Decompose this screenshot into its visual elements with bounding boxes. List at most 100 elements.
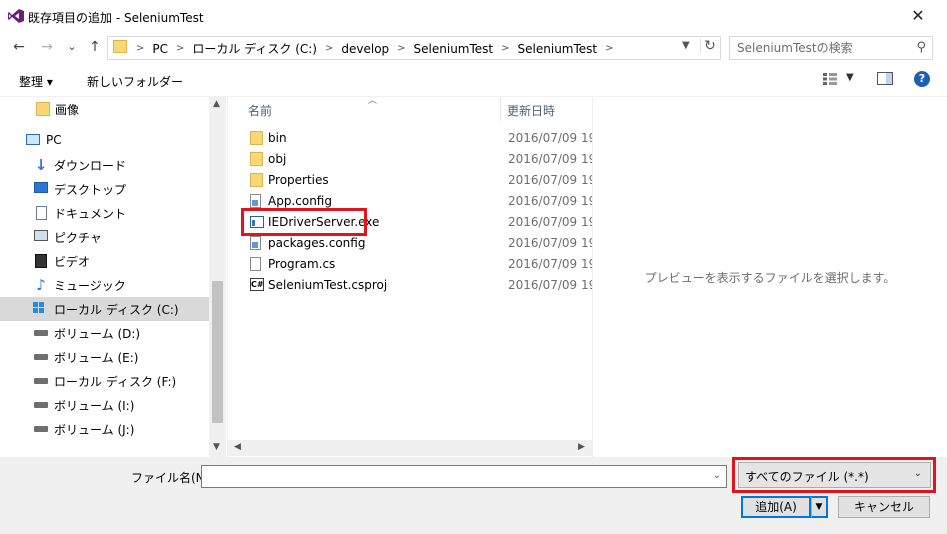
address-bar[interactable]: > PC > ローカル ディスク (C:) > develop > Seleni… xyxy=(107,36,721,60)
breadcrumb-item[interactable]: ローカル ディスク (C:) xyxy=(192,40,317,57)
add-options-dropdown[interactable]: ▼ xyxy=(811,496,828,518)
sidebar-item-local-disk-c[interactable]: ローカル ディスク (C:) xyxy=(0,297,209,321)
drive-icon xyxy=(34,354,48,360)
file-name: SeleniumTest.csproj xyxy=(268,278,388,292)
windows-drive-icon xyxy=(33,302,44,313)
preview-pane-icon[interactable] xyxy=(877,72,893,85)
help-icon[interactable]: ? xyxy=(914,71,930,87)
csproj-file-icon: C# xyxy=(250,278,264,291)
sidebar-item-music[interactable]: ♪ ミュージック xyxy=(0,273,209,297)
sidebar-item-label: ビデオ xyxy=(54,255,91,269)
back-arrow-icon[interactable]: ← xyxy=(10,38,28,56)
command-toolbar: 整理 ▾ 新しいフォルダー ▼ ? xyxy=(0,64,947,97)
file-date: 2016/07/09 19:4 xyxy=(508,131,592,145)
recent-locations-icon[interactable]: ⌄ xyxy=(63,38,81,56)
search-icon[interactable]: ⚲ xyxy=(916,40,926,55)
breadcrumb-item[interactable]: develop xyxy=(341,42,389,56)
breadcrumb-separator: > xyxy=(605,43,614,54)
search-box[interactable]: ⚲ xyxy=(729,36,933,60)
file-date: 2016/07/09 19:4 xyxy=(508,152,592,166)
sidebar-item-pc[interactable]: PC xyxy=(0,129,209,153)
download-icon: ↓ xyxy=(34,156,48,174)
navigation-pane-scrollbar[interactable]: ▲ ▼ xyxy=(209,97,226,457)
search-input[interactable] xyxy=(730,37,906,59)
scrollbar-thumb[interactable] xyxy=(212,281,223,423)
sidebar-item-pictures-folder[interactable]: 画像 xyxy=(0,97,209,121)
new-folder-button[interactable]: 新しいフォルダー xyxy=(87,73,183,90)
column-header-modified[interactable]: 更新日時 xyxy=(501,97,592,121)
chevron-down-icon[interactable]: ▼ xyxy=(682,40,696,51)
sidebar-item-label: ボリューム (D:) xyxy=(54,327,141,341)
refresh-icon[interactable]: ↻ xyxy=(700,38,719,54)
breadcrumb-item[interactable]: PC xyxy=(152,42,168,56)
sidebar-item-volume-e[interactable]: ボリューム (E:) xyxy=(0,345,209,369)
file-date: 2016/07/09 19:4 xyxy=(508,194,592,208)
forward-arrow-icon[interactable]: → xyxy=(38,38,56,56)
scroll-down-icon[interactable]: ▼ xyxy=(213,442,220,452)
up-arrow-icon[interactable]: ↑ xyxy=(86,38,104,56)
view-dropdown-icon[interactable]: ▼ xyxy=(846,72,854,83)
sidebar-item-volume-i[interactable]: ボリューム (I:) xyxy=(0,393,209,417)
file-list-horizontal-scrollbar[interactable]: ◀ ▶ xyxy=(228,440,592,456)
scroll-left-icon[interactable]: ◀ xyxy=(234,442,241,452)
sidebar-item-label: ドキュメント xyxy=(54,207,127,221)
scroll-right-icon[interactable]: ▶ xyxy=(578,442,585,452)
file-date: 2016/07/09 19:5 xyxy=(508,215,592,229)
navigation-pane: 画像 PC ↓ ダウンロード デスクトップ ドキュメント ピクチャ ビデオ ♪ … xyxy=(0,97,227,457)
sidebar-item-videos[interactable]: ビデオ xyxy=(0,249,209,273)
file-row[interactable]: bin 2016/07/09 19:4 xyxy=(228,128,592,149)
file-row[interactable]: Properties 2016/07/09 19:4 xyxy=(228,170,592,191)
sidebar-item-label: ローカル ディスク (F:) xyxy=(54,375,177,389)
sidebar-item-local-disk-f[interactable]: ローカル ディスク (F:) xyxy=(0,369,209,393)
folder-icon xyxy=(113,40,127,53)
visual-studio-icon xyxy=(8,9,24,23)
sidebar-item-label: ローカル ディスク (C:) xyxy=(54,303,179,317)
sidebar-item-downloads[interactable]: ↓ ダウンロード xyxy=(0,153,209,177)
chevron-down-icon[interactable]: ⌄ xyxy=(713,470,721,481)
add-button[interactable]: 追加(A) xyxy=(741,496,811,518)
file-row[interactable]: packages.config 2016/07/09 19:4 xyxy=(228,233,592,254)
file-row[interactable]: obj 2016/07/09 19:4 xyxy=(228,149,592,170)
column-header-name[interactable]: 名前 xyxy=(228,97,500,121)
highlight-frame-filetype xyxy=(732,457,936,493)
title-bar: 既存項目の追加 - SeleniumTest ✕ xyxy=(0,0,947,32)
file-date: 2016/07/09 19:4 xyxy=(508,257,592,271)
file-date: 2016/07/09 19:4 xyxy=(508,173,592,187)
drive-icon xyxy=(34,378,48,384)
breadcrumb-separator: > xyxy=(176,43,185,54)
sidebar-item-label: ボリューム (I:) xyxy=(54,399,135,413)
sidebar-item-label: PC xyxy=(46,133,62,147)
drive-icon xyxy=(34,330,48,336)
sidebar-item-volume-d[interactable]: ボリューム (D:) xyxy=(0,321,209,345)
breadcrumb-item[interactable]: SeleniumTest xyxy=(518,42,598,56)
file-name: obj xyxy=(268,152,287,166)
column-header-label: 更新日時 xyxy=(507,104,556,118)
cs-file-icon xyxy=(250,257,261,271)
sidebar-item-label: ダウンロード xyxy=(54,159,127,173)
scroll-up-icon[interactable]: ▲ xyxy=(213,99,220,109)
column-header-label: 名前 xyxy=(248,104,273,118)
close-icon[interactable]: ✕ xyxy=(906,4,930,28)
cancel-button[interactable]: キャンセル xyxy=(838,496,930,518)
filename-combobox[interactable]: ⌄ xyxy=(201,465,727,488)
file-name: bin xyxy=(268,131,287,145)
sidebar-item-label: ミュージック xyxy=(54,279,126,293)
file-name: Program.cs xyxy=(268,257,336,271)
sidebar-item-documents[interactable]: ドキュメント xyxy=(0,201,209,225)
folder-icon xyxy=(250,131,263,145)
drive-icon xyxy=(34,402,48,408)
file-row[interactable]: Program.cs 2016/07/09 19:4 xyxy=(228,254,592,275)
organize-button[interactable]: 整理 ▾ xyxy=(19,73,53,90)
filename-input[interactable] xyxy=(202,466,707,487)
breadcrumb-item[interactable]: SeleniumTest xyxy=(414,42,494,56)
view-options-icon[interactable] xyxy=(823,73,837,85)
sidebar-item-pictures[interactable]: ピクチャ xyxy=(0,225,209,249)
music-icon: ♪ xyxy=(36,276,46,294)
sidebar-item-label: ボリューム (J:) xyxy=(54,423,135,437)
preview-message: プレビューを表示するファイルを選択します。 xyxy=(644,271,896,285)
file-row[interactable]: C# SeleniumTest.csproj 2016/07/09 19:4 xyxy=(228,275,592,296)
sidebar-item-desktop[interactable]: デスクトップ xyxy=(0,177,209,201)
breadcrumb-separator: > xyxy=(324,43,334,54)
navigation-bar: ← → ⌄ ↑ > PC > ローカル ディスク (C:) > develop … xyxy=(0,32,947,64)
sidebar-item-volume-j[interactable]: ボリューム (J:) xyxy=(0,417,209,441)
